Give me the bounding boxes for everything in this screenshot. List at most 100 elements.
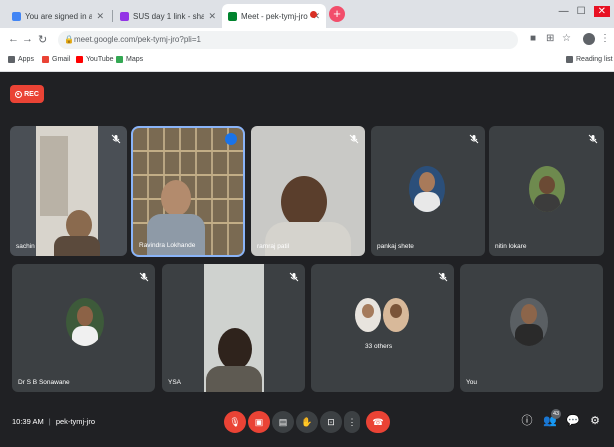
mic-muted-icon xyxy=(111,131,121,144)
back-icon[interactable]: ← xyxy=(8,33,19,45)
tab-title: Meet - pek-tymj-jro xyxy=(241,11,308,21)
tab-title: SUS day 1 link - shantanu@ssm... xyxy=(133,11,205,21)
maps-icon xyxy=(116,56,123,63)
participant-tile-you[interactable]: You xyxy=(460,264,603,392)
tab-signed-in[interactable]: You are signed in as m4GE4 ✕ xyxy=(6,4,110,28)
participant-tile-ramraj[interactable]: ramraj patil xyxy=(251,126,365,256)
camera-permission-icon[interactable]: ■ xyxy=(530,33,536,44)
speaking-indicator-icon xyxy=(225,133,237,145)
reading-list-label: Reading list xyxy=(576,56,613,63)
participant-name: ramraj patil xyxy=(257,243,290,250)
participant-video xyxy=(281,176,327,228)
meeting-code: pek-tymj-jro xyxy=(55,417,96,426)
participant-tile-sachin[interactable]: sachin xyxy=(10,126,127,256)
bookmark-label: Apps xyxy=(18,56,34,63)
participant-name: Dr S B Sonawane xyxy=(18,379,70,386)
window-controls: — ☐ ✕ xyxy=(559,6,610,17)
close-window-icon[interactable]: ✕ xyxy=(593,6,610,17)
participant-video xyxy=(36,126,100,256)
participant-name: Ravindra Lokhande xyxy=(139,242,196,249)
browser-toolbar: ← → ↻ 🔒 meet.google.com/pek-tymj-jro?pli… xyxy=(0,28,614,52)
recording-tab-indicator-icon xyxy=(310,11,317,18)
menu-icon[interactable]: ⋮ xyxy=(600,33,610,44)
tab-favicon-icon xyxy=(120,11,129,21)
participant-tile-ravindra[interactable]: Ravindra Lokhande xyxy=(131,126,245,257)
captions-icon: ▤ xyxy=(278,416,288,427)
bookmark-maps[interactable]: Maps xyxy=(116,56,143,63)
captions-button[interactable]: ▤ xyxy=(272,411,294,433)
participant-avatar xyxy=(529,166,565,212)
participant-name: YSA xyxy=(168,379,182,386)
others-count-label: 33 others xyxy=(365,343,393,350)
mic-toggle-button[interactable]: 🎙 xyxy=(224,411,246,433)
participant-name: You xyxy=(466,379,477,386)
participant-tile-others[interactable]: 33 others xyxy=(311,264,454,392)
bookmark-star-icon[interactable]: ☆ xyxy=(562,33,571,44)
bookmark-gmail[interactable]: Gmail xyxy=(42,56,70,63)
reading-list-icon xyxy=(566,56,573,63)
participant-avatar xyxy=(355,298,381,332)
participant-tile-pankaj[interactable]: pankaj shete xyxy=(371,126,485,256)
present-icon: ⊡ xyxy=(327,416,335,427)
raise-hand-button[interactable]: ✋ xyxy=(296,411,318,433)
bookmarks-bar: Apps Gmail YouTube Maps Reading list xyxy=(0,52,614,72)
reload-icon[interactable]: ↻ xyxy=(38,33,47,46)
mic-muted-icon xyxy=(139,269,149,282)
info-icon[interactable]: ⓘ xyxy=(520,414,534,428)
bookmark-youtube[interactable]: YouTube xyxy=(76,56,114,63)
apps-grid-icon xyxy=(8,56,15,63)
participant-avatar xyxy=(409,166,445,212)
profile-avatar[interactable] xyxy=(583,33,595,45)
gmail-icon xyxy=(42,56,49,63)
forward-icon[interactable]: → xyxy=(22,33,33,45)
participant-tile-ysa[interactable]: YSA xyxy=(162,264,305,392)
lock-icon: 🔒 xyxy=(64,35,74,44)
participant-tile-nitin[interactable]: nitin lokare xyxy=(489,126,604,256)
extension-icon[interactable]: ⊞ xyxy=(546,33,554,44)
tab-sus-link[interactable]: SUS day 1 link - shantanu@ssm... ✕ xyxy=(114,4,222,28)
tab-title: You are signed in as m4GE4 xyxy=(25,11,93,21)
meet-stage: REC sachin Ravindra Lokhande ramraj pati… xyxy=(0,72,614,447)
youtube-icon xyxy=(76,56,83,63)
recording-label: REC xyxy=(24,90,39,98)
bookmark-label: YouTube xyxy=(86,56,114,63)
reading-list[interactable]: Reading list xyxy=(566,56,613,63)
hang-up-icon: ☎ xyxy=(372,416,384,427)
camera-toggle-button[interactable]: ▣ xyxy=(248,411,270,433)
leave-call-button[interactable]: ☎ xyxy=(366,411,390,433)
mic-muted-icon xyxy=(469,131,479,144)
tab-strip: You are signed in as m4GE4 ✕ SUS day 1 l… xyxy=(0,0,614,28)
participant-video xyxy=(133,128,243,255)
mic-muted-icon xyxy=(349,131,359,144)
bookmark-apps[interactable]: Apps xyxy=(8,56,34,63)
maximize-icon[interactable]: ☐ xyxy=(577,6,586,17)
current-time: 10:39 AM xyxy=(12,417,44,426)
mic-muted-icon xyxy=(289,269,299,282)
present-button[interactable]: ⊡ xyxy=(320,411,342,433)
hand-icon: ✋ xyxy=(301,416,313,427)
more-options-button[interactable]: ⋮ xyxy=(344,411,360,433)
participant-name: nitin lokare xyxy=(495,243,527,250)
address-bar[interactable]: 🔒 meet.google.com/pek-tymj-jro?pli=1 xyxy=(58,31,518,49)
participant-avatar xyxy=(66,298,104,346)
participant-name: pankaj shete xyxy=(377,243,414,250)
bookmark-label: Gmail xyxy=(52,56,71,63)
camera-off-icon: ▣ xyxy=(254,416,264,427)
tab-close-icon[interactable]: ✕ xyxy=(208,11,216,22)
meet-favicon-icon xyxy=(228,11,237,21)
tab-close-icon[interactable]: ✕ xyxy=(96,11,104,22)
participant-name: sachin xyxy=(16,243,35,250)
activities-icon[interactable]: ⚙ xyxy=(588,414,602,428)
chat-icon[interactable]: 💬 xyxy=(566,414,580,428)
more-vert-icon: ⋮ xyxy=(347,416,357,427)
minimize-icon[interactable]: — xyxy=(559,6,569,17)
participant-count-badge: 43 xyxy=(551,409,561,419)
meeting-info: 10:39 AM | pek-tymj-jro xyxy=(12,417,95,426)
record-icon xyxy=(15,90,23,98)
new-tab-button[interactable]: + xyxy=(329,6,345,22)
participant-avatar xyxy=(383,298,409,332)
participant-avatar xyxy=(510,298,548,346)
recording-badge: REC xyxy=(10,85,44,103)
tab-divider xyxy=(112,10,113,22)
participant-tile-sonawane[interactable]: Dr S B Sonawane xyxy=(12,264,155,392)
